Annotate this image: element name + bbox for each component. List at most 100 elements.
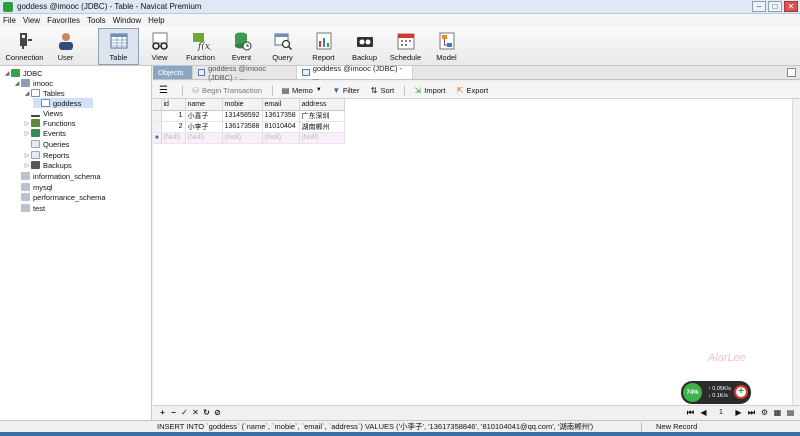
collapse-arrow-icon[interactable]: ◢ <box>13 80 21 87</box>
cell-address[interactable]: (Null) <box>299 132 345 144</box>
plus-icon[interactable]: + <box>734 385 748 399</box>
stop-icon[interactable]: ⊘ <box>212 408 223 417</box>
vertical-scrollbar[interactable] <box>792 99 800 405</box>
column-header-email[interactable]: email <box>262 99 300 111</box>
svg-text:f(x): f(x) <box>197 41 211 51</box>
tree-item-tables[interactable]: ◢ Tables <box>23 88 65 98</box>
import-button[interactable]: ⇲ Import <box>413 86 445 95</box>
begin-transaction-button[interactable]: ⛁ Begin Transaction <box>191 86 262 95</box>
cell-id[interactable]: (Null) <box>161 132 186 144</box>
menu-window[interactable]: Window <box>113 16 141 25</box>
tab-label: Objects <box>158 68 184 77</box>
tree-item-views[interactable]: Views <box>23 108 63 118</box>
tree-item-reports[interactable]: ▷ Reports <box>23 150 70 160</box>
add-record-icon[interactable]: + <box>157 408 168 417</box>
sort-button[interactable]: ⇅ Sort <box>369 86 395 95</box>
toolbar-function-button[interactable]: f(x) Function <box>180 28 221 65</box>
cell-name[interactable]: 小李子 <box>185 121 223 133</box>
menu-file[interactable]: File <box>3 16 16 25</box>
grid-view-icon[interactable]: ▦ <box>772 408 783 417</box>
menu-toggle-button[interactable]: ☰ <box>159 85 168 96</box>
tree-item-goddess[interactable]: goddess <box>33 98 93 108</box>
toolbar-event-button[interactable]: Event <box>221 28 262 65</box>
next-page-icon[interactable]: ▶ <box>733 408 744 417</box>
expand-arrow-icon[interactable]: ▷ <box>23 120 31 127</box>
previous-page-icon[interactable]: ◀ <box>698 408 709 417</box>
menu-help[interactable]: Help <box>148 16 164 25</box>
cell-name[interactable]: 小喜子 <box>185 110 223 122</box>
import-icon: ⇲ <box>414 85 422 95</box>
first-page-icon[interactable]: ⏮ <box>685 408 696 418</box>
tab-goddess-1[interactable]: goddess @imooc (JDBC) - ... <box>193 63 297 82</box>
refresh-icon[interactable]: ↻ <box>201 408 212 417</box>
tree-item-mysql[interactable]: mysql <box>13 182 53 192</box>
cell-address[interactable]: 广东深圳 <box>299 110 345 122</box>
tree-item-jdbc[interactable]: ◢ JDBC <box>3 68 43 78</box>
toolbar-model-button[interactable]: Model <box>426 28 467 65</box>
cell-email[interactable]: 13617358 <box>262 110 300 122</box>
tab-objects[interactable]: Objects <box>153 66 193 79</box>
table-row[interactable]: 1 小喜子 131458592 13617358 广东深圳 <box>153 110 345 122</box>
table-icon <box>302 69 310 76</box>
toolbar-report-button[interactable]: Report <box>303 28 344 65</box>
last-page-icon[interactable]: ⏭ <box>746 408 757 418</box>
minimize-button[interactable]: – <box>752 1 766 12</box>
tree-item-events[interactable]: ▷ Events <box>23 128 66 138</box>
expand-arrow-icon[interactable]: ▷ <box>23 162 31 169</box>
tree-item-information-schema[interactable]: information_schema <box>13 171 101 181</box>
column-header-mobie[interactable]: mobie <box>222 99 263 111</box>
cell-email[interactable]: 81010404 <box>262 121 300 133</box>
export-button[interactable]: ⇱ Export <box>456 86 489 95</box>
network-speed-widget[interactable]: 74% ↑ 0.05K/s ↓ 0.1K/s + <box>681 381 751 404</box>
column-header-id[interactable]: id <box>161 99 186 111</box>
toolbar-connection-button[interactable]: Connection <box>4 28 45 65</box>
settings-gear-icon[interactable]: ⚙ <box>759 408 770 417</box>
collapse-arrow-icon[interactable]: ◢ <box>23 90 31 97</box>
toolbar-table-button[interactable]: Table <box>98 28 139 65</box>
maximize-button[interactable]: □ <box>768 1 782 12</box>
cell-address[interactable]: 湖南郴州 <box>299 121 345 133</box>
tree-item-queries[interactable]: Queries <box>23 139 69 149</box>
toolbar-view-button[interactable]: View <box>139 28 180 65</box>
memo-button[interactable]: ▤ Memo ▼ <box>281 86 322 95</box>
tab-label: goddess @imooc (JDBC) - ... <box>208 63 267 82</box>
toolbar-user-button[interactable]: User <box>45 28 86 65</box>
menu-tools[interactable]: Tools <box>87 16 106 25</box>
restore-tab-icon[interactable] <box>787 68 796 77</box>
function-icon: f(x) <box>191 31 211 51</box>
cell-id[interactable]: 2 <box>161 121 186 133</box>
tab-goddess-2[interactable]: goddess @imooc (JDBC) - ... <box>297 64 413 82</box>
table-row[interactable]: 2 小李子 136173588 81010404 湖南郴州 <box>153 121 345 133</box>
cell-mobie[interactable]: 136173588 <box>222 121 263 133</box>
tree-item-test[interactable]: test <box>13 203 45 213</box>
form-view-icon[interactable]: ▤ <box>785 408 796 417</box>
close-button[interactable]: ✕ <box>784 1 798 12</box>
toolbar-backup-button[interactable]: Backup <box>344 28 385 65</box>
toolbar-query-button[interactable]: Query <box>262 28 303 65</box>
tree-item-imooc[interactable]: ◢ imooc <box>13 78 53 88</box>
expand-arrow-icon[interactable]: ▷ <box>23 130 31 137</box>
expand-arrow-icon[interactable]: ▷ <box>23 152 31 159</box>
new-record-row[interactable]: ■ (Null) (Null) (Null) (Null) (Null) <box>153 132 345 144</box>
apply-changes-icon[interactable]: ✓ <box>179 408 190 417</box>
cell-mobie[interactable]: 131458592 <box>222 110 263 122</box>
menu-view[interactable]: View <box>23 16 40 25</box>
toolbar-schedule-button[interactable]: Schedule <box>385 28 426 65</box>
cell-id[interactable]: 1 <box>161 110 186 122</box>
column-header-address[interactable]: address <box>299 99 345 111</box>
tree-item-performance-schema[interactable]: performance_schema <box>13 192 106 202</box>
collapse-arrow-icon[interactable]: ◢ <box>3 70 11 77</box>
cell-mobie[interactable]: (Null) <box>222 132 263 144</box>
filter-button[interactable]: ▼ Filter <box>332 86 359 95</box>
data-grid: id name mobie email address 1 小喜子 131458… <box>153 99 800 405</box>
delete-record-icon[interactable]: − <box>168 408 179 417</box>
tree-item-backups[interactable]: ▷ Backups <box>23 160 72 170</box>
discard-changes-icon[interactable]: ✕ <box>190 408 201 417</box>
cell-email[interactable]: (Null) <box>262 132 300 144</box>
tree-item-functions[interactable]: ▷ Functions <box>23 118 76 128</box>
views-icon <box>31 109 40 117</box>
page-number[interactable]: 1 <box>711 409 731 416</box>
column-header-name[interactable]: name <box>185 99 223 111</box>
cell-name[interactable]: (Null) <box>185 132 223 144</box>
menu-favorites[interactable]: Favorites <box>47 16 80 25</box>
